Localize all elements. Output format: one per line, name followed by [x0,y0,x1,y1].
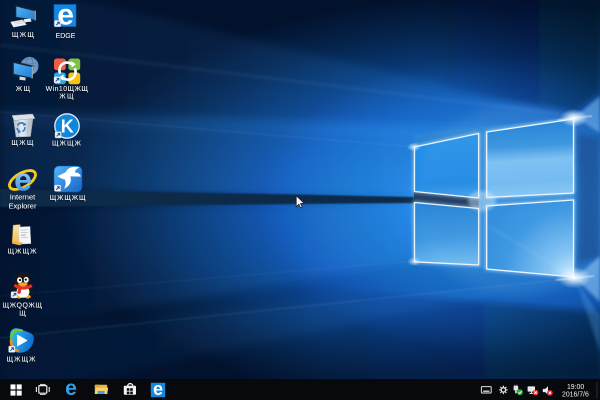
svg-text:ЩЖЩЖЩ: ЩЖЩЖЩ [50,195,87,202]
svg-text:ЩЖЩ: ЩЖЩ [12,32,35,39]
svg-text:e: e [153,379,163,399]
svg-text:ЩЖQQЖЩ: ЩЖQQЖЩ [3,303,43,310]
svg-text:Internet: Internet [10,193,36,202]
svg-text:ЩЖЩ: ЩЖЩ [11,140,34,147]
svg-text:e: e [65,377,77,400]
svg-text:Щ: Щ [19,311,26,318]
svg-text:ЖЩ: ЖЩ [16,86,31,93]
svg-text:19:00: 19:00 [567,384,584,391]
svg-text:Explorer: Explorer [9,202,37,211]
svg-text:ЖЩ: ЖЩ [59,94,74,101]
svg-text:Win10ЩЖЩ: Win10ЩЖЩ [46,86,89,93]
svg-text:EDGE: EDGE [56,33,76,40]
svg-text:ЩЖЩЖ: ЩЖЩЖ [6,356,36,363]
svg-text:2016/7/6: 2016/7/6 [562,392,589,399]
svg-text:K: K [61,117,74,137]
svg-text:ЩЖЩЖ: ЩЖЩЖ [7,248,37,255]
svg-text:ЩЖЩЖ: ЩЖЩЖ [52,141,82,148]
